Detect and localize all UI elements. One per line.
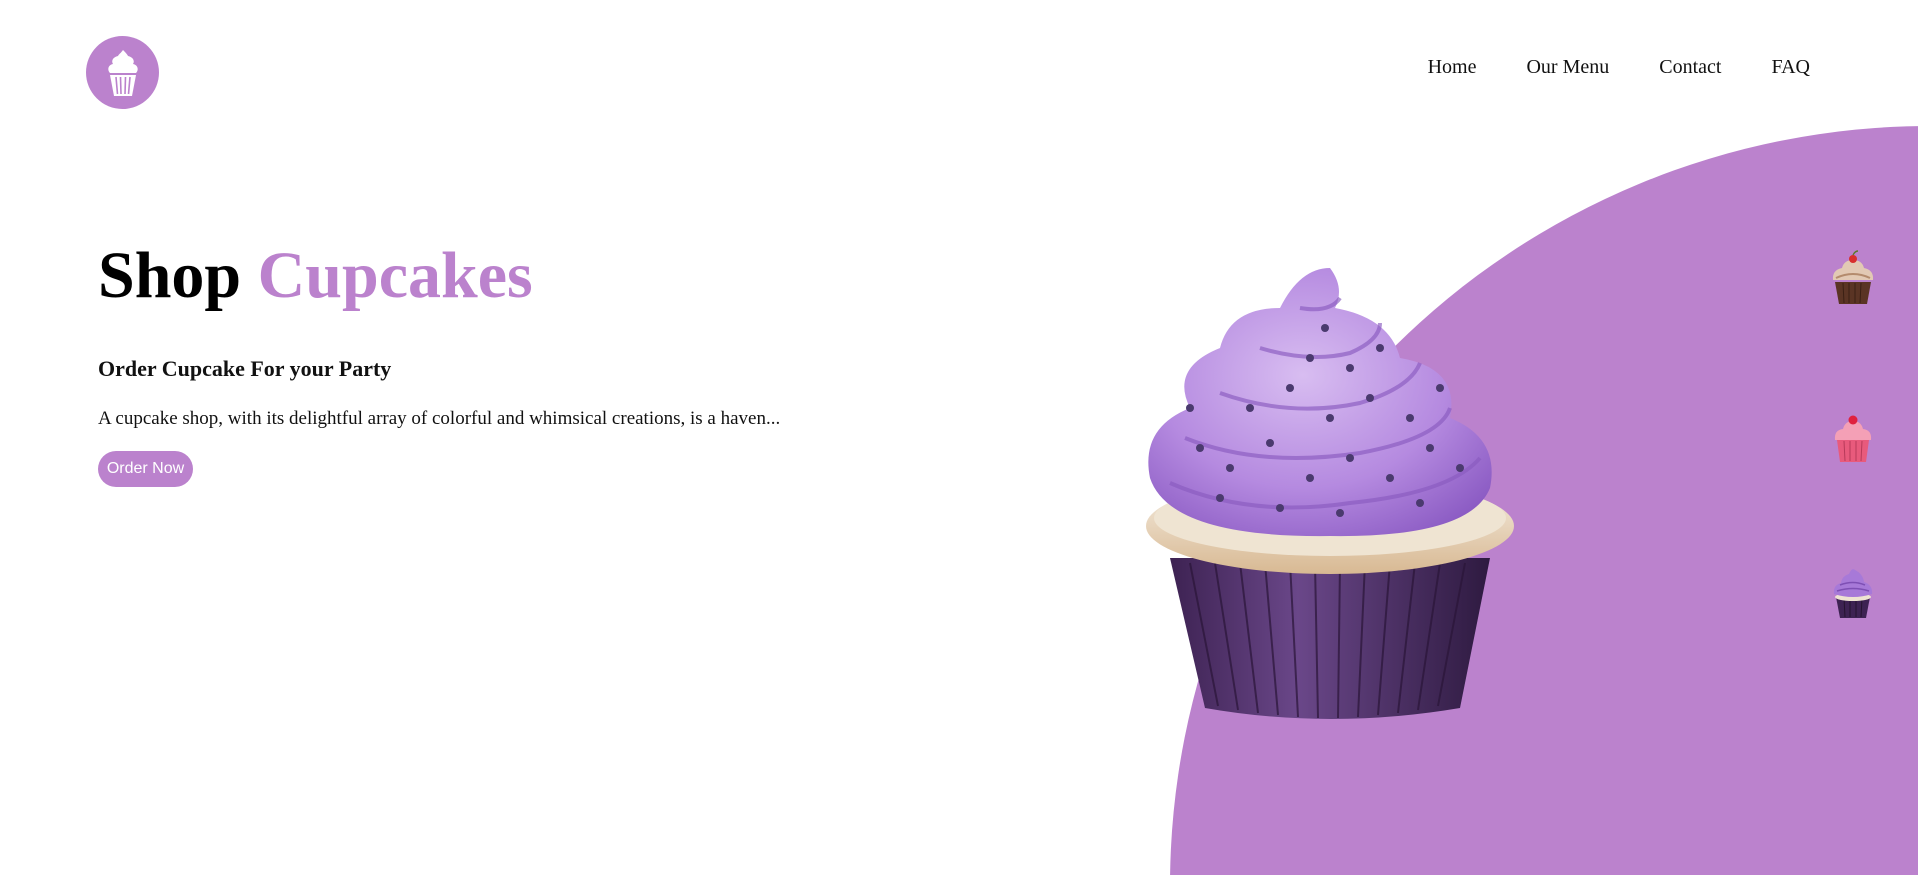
nav-faq[interactable]: FAQ bbox=[1771, 56, 1810, 79]
hero-title: Shop Cupcakes bbox=[98, 239, 533, 313]
order-now-button[interactable]: Order Now bbox=[98, 451, 193, 487]
featured-cupcake-image bbox=[1146, 268, 1514, 719]
main-nav: Home Our Menu Contact FAQ bbox=[1428, 56, 1810, 79]
nav-home[interactable]: Home bbox=[1428, 56, 1477, 79]
hero-title-accent: Cupcakes bbox=[257, 239, 533, 312]
hero-description: A cupcake shop, with its delightful arra… bbox=[98, 408, 781, 429]
logo[interactable] bbox=[86, 36, 159, 109]
hero-subtitle: Order Cupcake For your Party bbox=[98, 356, 392, 381]
hero-title-part1: Shop bbox=[98, 239, 242, 312]
thumbnail-pink-cupcake[interactable] bbox=[1828, 410, 1878, 466]
thumbnail-chocolate-cupcake[interactable] bbox=[1828, 250, 1878, 306]
thumbnail-purple-cupcake[interactable] bbox=[1828, 564, 1878, 620]
page: Home Our Menu Contact FAQ Shop Cupcakes … bbox=[0, 0, 1918, 875]
nav-our-menu[interactable]: Our Menu bbox=[1526, 56, 1609, 79]
cupcake-icon bbox=[107, 49, 138, 96]
nav-contact[interactable]: Contact bbox=[1659, 56, 1721, 79]
